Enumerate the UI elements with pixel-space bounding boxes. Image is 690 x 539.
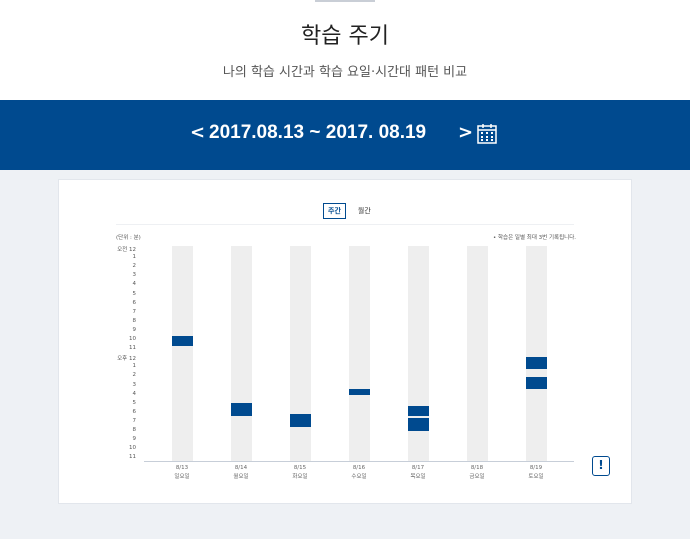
info-button[interactable]: ! (592, 456, 610, 476)
y-tick-label: 9 (132, 436, 137, 443)
y-tick-label: 3 (132, 272, 137, 279)
y-tick-label: 6 (132, 299, 137, 306)
study-session-bar[interactable] (290, 414, 311, 427)
y-tick-label: 오후 12 (117, 356, 136, 363)
x-day-label: 금요일 (469, 474, 485, 480)
period-tabs: 주간 월간 (323, 203, 375, 219)
y-tick-label: 2 (132, 372, 137, 379)
tab-weekly[interactable]: 주간 (323, 203, 346, 219)
y-tick-label: 9 (132, 326, 137, 333)
x-date-label: 8/17 (411, 465, 425, 471)
study-session-bar[interactable] (349, 389, 370, 395)
x-date-label: 8/15 (293, 465, 307, 471)
top-divider (315, 0, 375, 2)
prev-week-button[interactable]: < (190, 122, 205, 143)
y-tick-label: 11 (129, 454, 136, 461)
x-day-label: 토요일 (528, 474, 544, 480)
y-tick-label: 1 (132, 254, 137, 261)
y-tick-label: 오전 12 (117, 247, 136, 253)
page-subtitle: 나의 학습 시간과 학습 요일·시간대 패턴 비교 (222, 65, 468, 80)
day-column (349, 246, 370, 461)
study-session-bar[interactable] (408, 406, 429, 417)
y-tick-label: 10 (129, 336, 136, 342)
day-column (172, 246, 193, 461)
page-title: 학습 주기 (301, 24, 389, 49)
x-date-label: 8/18 (470, 465, 484, 471)
x-date-label: 8/13 (175, 465, 189, 471)
y-tick-label: 11 (129, 345, 136, 352)
x-day-label: 수요일 (351, 474, 367, 480)
day-column (290, 246, 311, 461)
date-range-label: 2017.08.13 ~ 2017. 08.19 (209, 122, 427, 143)
y-tick-label: 2 (132, 263, 137, 270)
x-date-label: 8/14 (234, 465, 248, 471)
next-week-button[interactable]: > (458, 122, 473, 143)
y-tick-label: 8 (132, 317, 137, 324)
study-session-bar[interactable] (526, 357, 547, 369)
day-column (526, 246, 547, 461)
tab-monthly[interactable]: 월간 (354, 204, 375, 218)
y-tick-label: 10 (129, 445, 136, 452)
y-tick-label: 5 (132, 290, 137, 297)
study-session-bar[interactable] (408, 418, 429, 432)
tab-divider (116, 224, 574, 225)
day-column (231, 246, 252, 461)
y-tick-label: 1 (132, 363, 137, 370)
x-day-label: 목요일 (410, 474, 426, 480)
x-date-label: 8/16 (352, 465, 366, 471)
x-date-label: 8/19 (529, 465, 543, 471)
y-tick-label: 7 (132, 308, 137, 315)
study-session-bar[interactable] (231, 402, 252, 417)
unit-label: (단위 : 분) (116, 235, 141, 241)
x-axis-line (144, 461, 574, 462)
y-tick-label: 5 (132, 399, 137, 406)
calendar-icon[interactable] (477, 123, 497, 144)
x-day-label: 일요일 (174, 474, 190, 480)
x-day-label: 화요일 (292, 474, 308, 480)
y-tick-label: 8 (132, 427, 137, 433)
y-tick-label: 7 (132, 417, 137, 424)
study-session-bar[interactable] (172, 336, 193, 347)
study-session-bar[interactable] (526, 376, 547, 390)
chart-note: • 학습은 일별 최대 3번 기록됩니다. (493, 235, 577, 241)
y-tick-label: 4 (132, 281, 137, 288)
y-tick-label: 3 (132, 381, 137, 388)
y-tick-label: 6 (132, 408, 137, 415)
x-day-label: 월요일 (233, 474, 249, 480)
day-column (467, 246, 488, 461)
date-navigation-bar: < 2017.08.13 ~ 2017. 08.19 > (0, 100, 690, 170)
y-tick-label: 4 (132, 390, 137, 397)
